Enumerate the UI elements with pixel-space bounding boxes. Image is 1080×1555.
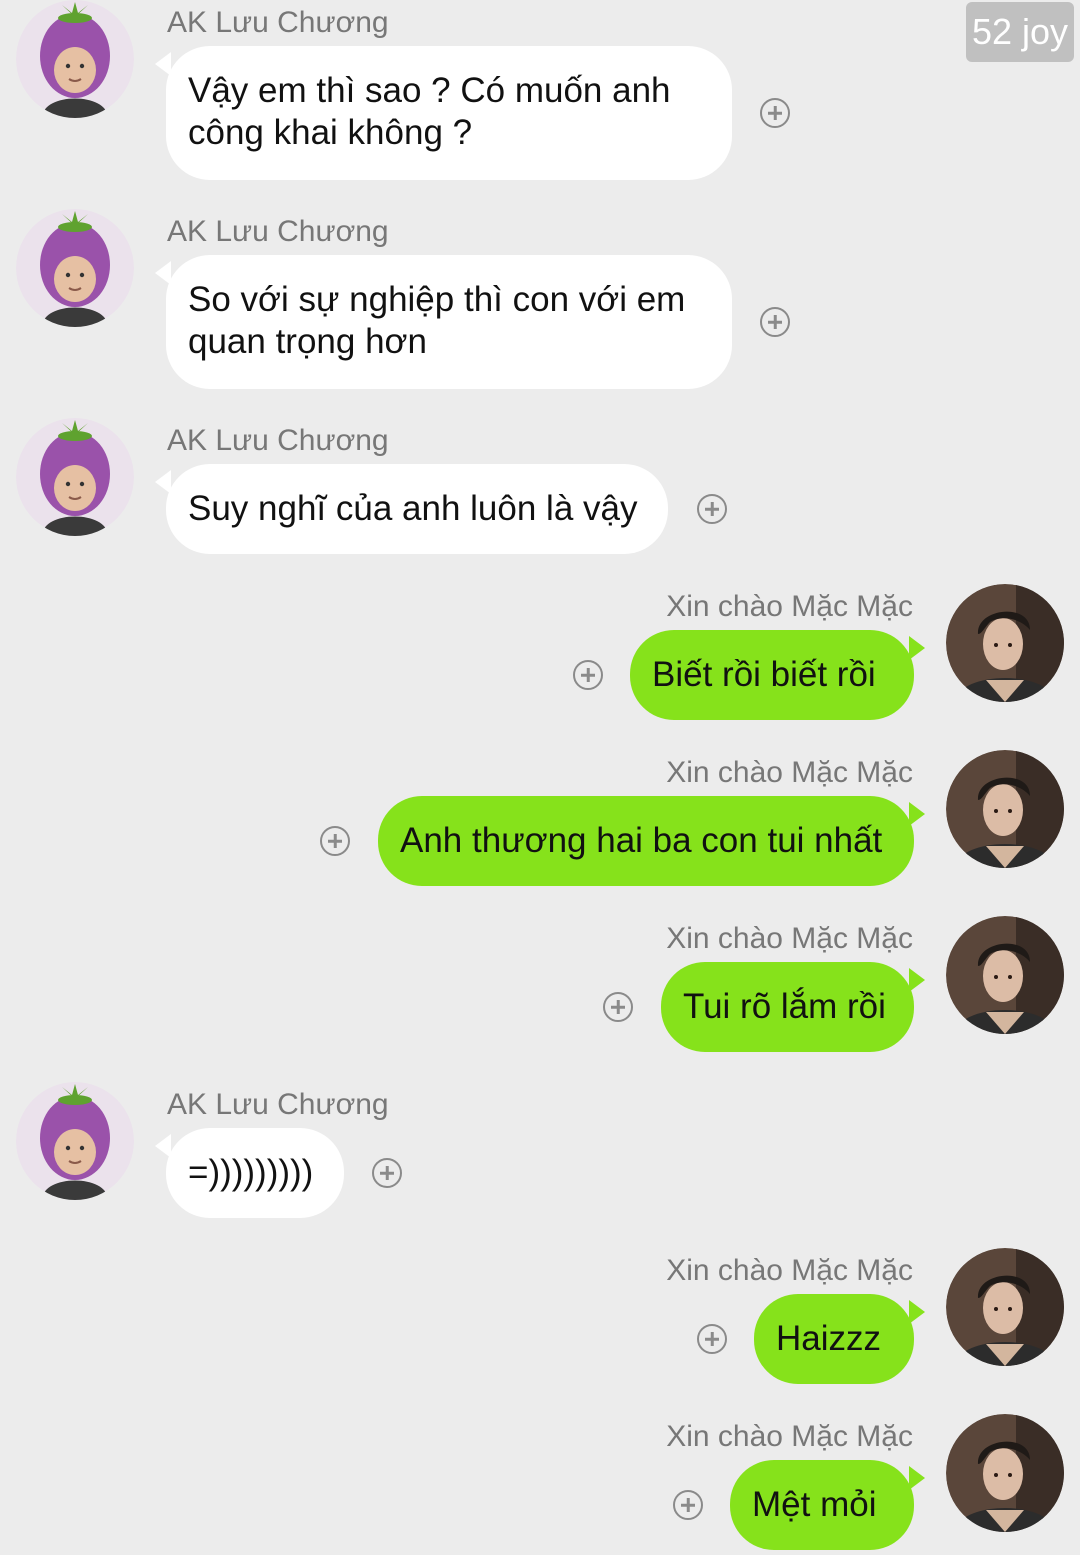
add-reaction-icon[interactable] [673,1490,703,1520]
message-text: Haizzz [776,1319,882,1358]
chat-view: 52 joy AK Lưu Chương Vậy em thì sao ? Có… [0,0,1080,1555]
message-text: Biết rồi biết rồi [652,655,876,694]
sender-name: AK Lưu Chương [167,424,389,457]
message-bubble[interactable]: So với sự nghiệp thì con với em quan trọ… [155,255,732,389]
profile-photo-avatar-icon [946,1414,1064,1532]
add-reaction-icon[interactable] [603,992,633,1022]
add-reaction-icon[interactable] [697,1324,727,1354]
add-reaction-icon[interactable] [760,307,790,337]
contact-avatar[interactable] [16,209,134,327]
add-reaction-icon[interactable] [573,660,603,690]
sender-name: Xin chào Mặc Mặc [666,1254,913,1287]
message-bubble[interactable]: Vậy em thì sao ? Có muốn anh công khai k… [155,46,732,180]
sender-name: AK Lưu Chương [167,1088,389,1121]
sender-name: Xin chào Mặc Mặc [666,756,913,789]
profile-photo-avatar-icon [946,584,1064,702]
eggplant-hat-avatar-icon [16,418,134,536]
sender-name: AK Lưu Chương [167,6,389,39]
add-reaction-icon[interactable] [372,1158,402,1188]
sender-name: Xin chào Mặc Mặc [666,1420,913,1453]
add-reaction-icon[interactable] [697,494,727,524]
eggplant-hat-avatar-icon [16,1082,134,1200]
contact-avatar[interactable] [16,0,134,118]
contact-avatar[interactable] [16,418,134,536]
eggplant-hat-avatar-icon [16,209,134,327]
add-reaction-icon[interactable] [320,826,350,856]
message-text: Tui rõ lắm rồi [683,987,886,1026]
sender-name: Xin chào Mặc Mặc [666,590,913,623]
message-text: Suy nghĩ của anh luôn là vậy [188,489,638,528]
watermark: 52 joy [966,2,1074,62]
message-bubble[interactable]: Haizzz [754,1294,925,1384]
eggplant-hat-avatar-icon [16,0,134,118]
message-text: =))))))))) [188,1153,314,1192]
message-bubble[interactable]: Tui rõ lắm rồi [661,962,925,1052]
profile-photo-avatar-icon [946,1248,1064,1366]
contact-avatar[interactable] [946,1414,1064,1532]
sender-name: AK Lưu Chương [167,215,389,248]
add-reaction-icon[interactable] [760,98,790,128]
message-bubble[interactable]: Anh thương hai ba con tui nhất [378,796,925,886]
message-text: Mệt mỏi [752,1485,877,1524]
contact-avatar[interactable] [946,750,1064,868]
message-bubble[interactable]: =))))))))) [155,1128,344,1218]
contact-avatar[interactable] [946,584,1064,702]
message-text: Vậy em thì sao ? Có muốn anh công khai k… [188,71,671,152]
message-bubble[interactable]: Mệt mỏi [730,1460,925,1550]
contact-avatar[interactable] [946,916,1064,1034]
message-bubble[interactable]: Biết rồi biết rồi [630,630,925,720]
message-bubble[interactable]: Suy nghĩ của anh luôn là vậy [155,464,668,554]
sender-name: Xin chào Mặc Mặc [666,922,913,955]
contact-avatar[interactable] [946,1248,1064,1366]
contact-avatar[interactable] [16,1082,134,1200]
message-text: Anh thương hai ba con tui nhất [400,821,883,860]
profile-photo-avatar-icon [946,750,1064,868]
profile-photo-avatar-icon [946,916,1064,1034]
message-text: So với sự nghiệp thì con với em quan trọ… [188,280,686,361]
